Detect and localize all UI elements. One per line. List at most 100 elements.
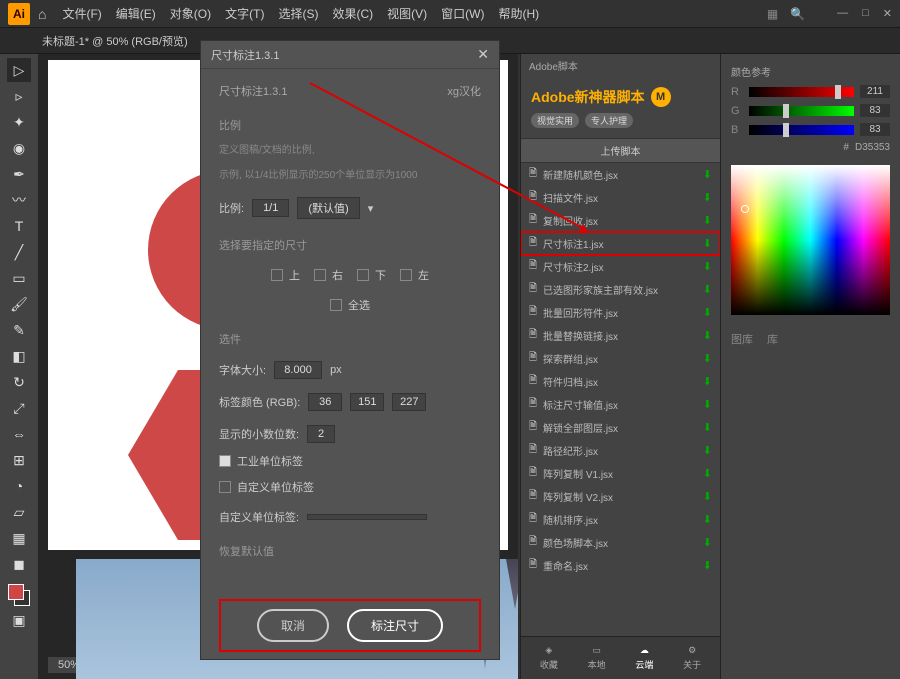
script-item[interactable]: 🗎标注尺寸输值.jsx⬇ <box>521 393 720 416</box>
foot-about[interactable]: ⚙关于 <box>683 645 701 671</box>
menu-file[interactable]: 文件(F) <box>62 5 101 22</box>
cb-all[interactable] <box>330 299 342 311</box>
foot-fav[interactable]: ◈收藏 <box>540 645 558 671</box>
color-r-input[interactable]: 36 <box>308 393 342 411</box>
download-icon[interactable]: ⬇ <box>703 444 712 457</box>
menu-view[interactable]: 视图(V) <box>387 5 427 22</box>
screen-mode-tool[interactable]: ▣ <box>7 608 31 632</box>
tab-swatches[interactable]: 图库 <box>731 331 753 347</box>
menu-edit[interactable]: 编辑(E) <box>116 5 156 22</box>
color-swatch[interactable] <box>8 584 30 606</box>
script-item[interactable]: 🗎随机排序.jsx⬇ <box>521 508 720 531</box>
eraser-tool[interactable]: ◧ <box>7 344 31 368</box>
script-item[interactable]: 🗎批量回形符件.jsx⬇ <box>521 301 720 324</box>
download-icon[interactable]: ⬇ <box>703 283 712 296</box>
decimals-input[interactable]: 2 <box>307 425 335 443</box>
download-icon[interactable]: ⬇ <box>703 398 712 411</box>
foot-local[interactable]: ▭本地 <box>588 645 606 671</box>
download-icon[interactable]: ⬇ <box>703 214 712 227</box>
shape-builder-tool[interactable]: ◔ <box>7 474 31 498</box>
download-icon[interactable]: ⬇ <box>703 168 712 181</box>
script-item[interactable]: 🗎重命名.jsx⬇ <box>521 554 720 577</box>
g-slider[interactable] <box>749 106 854 116</box>
script-item[interactable]: 🗎符件归档.jsx⬇ <box>521 370 720 393</box>
download-icon[interactable]: ⬇ <box>703 536 712 549</box>
script-item[interactable]: 🗎新建随机颜色.jsx⬇ <box>521 163 720 186</box>
selection-tool[interactable]: ▷ <box>7 58 31 82</box>
color-g-input[interactable]: 151 <box>350 393 384 411</box>
home-icon[interactable]: ⌂ <box>38 6 46 22</box>
tab-library[interactable]: 库 <box>767 331 778 347</box>
ratio-value[interactable]: 1/1 <box>252 199 289 217</box>
type-tool[interactable]: T <box>7 214 31 238</box>
script-item[interactable]: 🗎已选图形家族主部有效.jsx⬇ <box>521 278 720 301</box>
script-item[interactable]: 🗎批量替换链接.jsx⬇ <box>521 324 720 347</box>
b-slider[interactable] <box>749 125 854 135</box>
font-size-input[interactable]: 8.000 <box>274 361 322 379</box>
custom-unit-input[interactable] <box>307 514 427 520</box>
script-item[interactable]: 🗎尺寸标注1.jsx⬇ <box>521 232 720 255</box>
download-icon[interactable]: ⬇ <box>703 513 712 526</box>
r-slider[interactable] <box>749 87 854 97</box>
cb-left[interactable] <box>400 269 412 281</box>
free-transform-tool[interactable]: ⊞ <box>7 448 31 472</box>
download-icon[interactable]: ⬇ <box>703 191 712 204</box>
menu-effect[interactable]: 效果(C) <box>332 5 373 22</box>
script-item[interactable]: 🗎探索群组.jsx⬇ <box>521 347 720 370</box>
search-icon[interactable]: 🔍 <box>790 7 805 21</box>
download-icon[interactable]: ⬇ <box>703 306 712 319</box>
shaper-tool[interactable]: ✎ <box>7 318 31 342</box>
g-value[interactable]: 83 <box>860 104 890 117</box>
pen-tool[interactable]: ✒ <box>7 162 31 186</box>
direct-select-tool[interactable]: ▹ <box>7 84 31 108</box>
script-item[interactable]: 🗎扫描文件.jsx⬇ <box>521 186 720 209</box>
close-icon[interactable]: ✕ <box>883 7 892 20</box>
download-icon[interactable]: ⬇ <box>703 467 712 480</box>
foot-cloud[interactable]: ☁云端 <box>635 645 653 671</box>
download-icon[interactable]: ⬇ <box>703 375 712 388</box>
download-icon[interactable]: ⬇ <box>703 490 712 503</box>
gradient-tool[interactable]: ◼ <box>7 552 31 576</box>
script-item[interactable]: 🗎阵列复制 V1.jsx⬇ <box>521 462 720 485</box>
download-icon[interactable]: ⬇ <box>703 559 712 572</box>
cb-top[interactable] <box>271 269 283 281</box>
minimize-icon[interactable]: — <box>837 7 848 20</box>
download-icon[interactable]: ⬇ <box>703 421 712 434</box>
perspective-tool[interactable]: ▱ <box>7 500 31 524</box>
cb-custom[interactable] <box>219 481 231 493</box>
download-icon[interactable]: ⬇ <box>703 352 712 365</box>
curvature-tool[interactable]: 〰 <box>7 188 31 212</box>
maximize-icon[interactable]: □ <box>862 7 869 20</box>
line-tool[interactable]: ╱ <box>7 240 31 264</box>
spectrum-cursor-icon[interactable] <box>741 205 749 213</box>
pill-visual[interactable]: 视觉实用 <box>531 113 579 128</box>
script-item[interactable]: 🗎颜色场脚本.jsx⬇ <box>521 531 720 554</box>
ratio-default[interactable]: (默认值) <box>297 197 359 219</box>
script-item[interactable]: 🗎尺寸标注2.jsx⬇ <box>521 255 720 278</box>
menu-window[interactable]: 窗口(W) <box>441 5 484 22</box>
script-item[interactable]: 🗎阵列复制 V2.jsx⬇ <box>521 485 720 508</box>
download-icon[interactable]: ⬇ <box>703 260 712 273</box>
mesh-tool[interactable]: ▦ <box>7 526 31 550</box>
cb-bottom[interactable] <box>357 269 369 281</box>
download-icon[interactable]: ⬇ <box>703 329 712 342</box>
brush-tool[interactable]: 🖌 <box>7 292 31 316</box>
cancel-button[interactable]: 取消 <box>257 609 329 642</box>
rotate-tool[interactable]: ↻ <box>7 370 31 394</box>
script-item[interactable]: 🗎解锁全部图层.jsx⬇ <box>521 416 720 439</box>
dropdown-icon[interactable]: ▾ <box>368 202 374 215</box>
menu-text[interactable]: 文字(T) <box>225 5 264 22</box>
pill-support[interactable]: 专人护理 <box>585 113 633 128</box>
cb-industrial[interactable] <box>219 455 231 467</box>
dialog-close-icon[interactable]: ✕ <box>477 46 489 63</box>
scale-tool[interactable]: ⤢ <box>7 396 31 420</box>
menu-help[interactable]: 帮助(H) <box>498 5 539 22</box>
ok-button[interactable]: 标注尺寸 <box>347 609 443 642</box>
hex-value[interactable]: D35353 <box>855 142 890 153</box>
layout-icon[interactable]: ▦ <box>767 7 778 21</box>
menu-select[interactable]: 选择(S) <box>278 5 318 22</box>
download-icon[interactable]: ⬇ <box>703 237 712 250</box>
rect-tool[interactable]: ▭ <box>7 266 31 290</box>
r-value[interactable]: 211 <box>860 85 890 98</box>
menu-object[interactable]: 对象(O) <box>170 5 211 22</box>
